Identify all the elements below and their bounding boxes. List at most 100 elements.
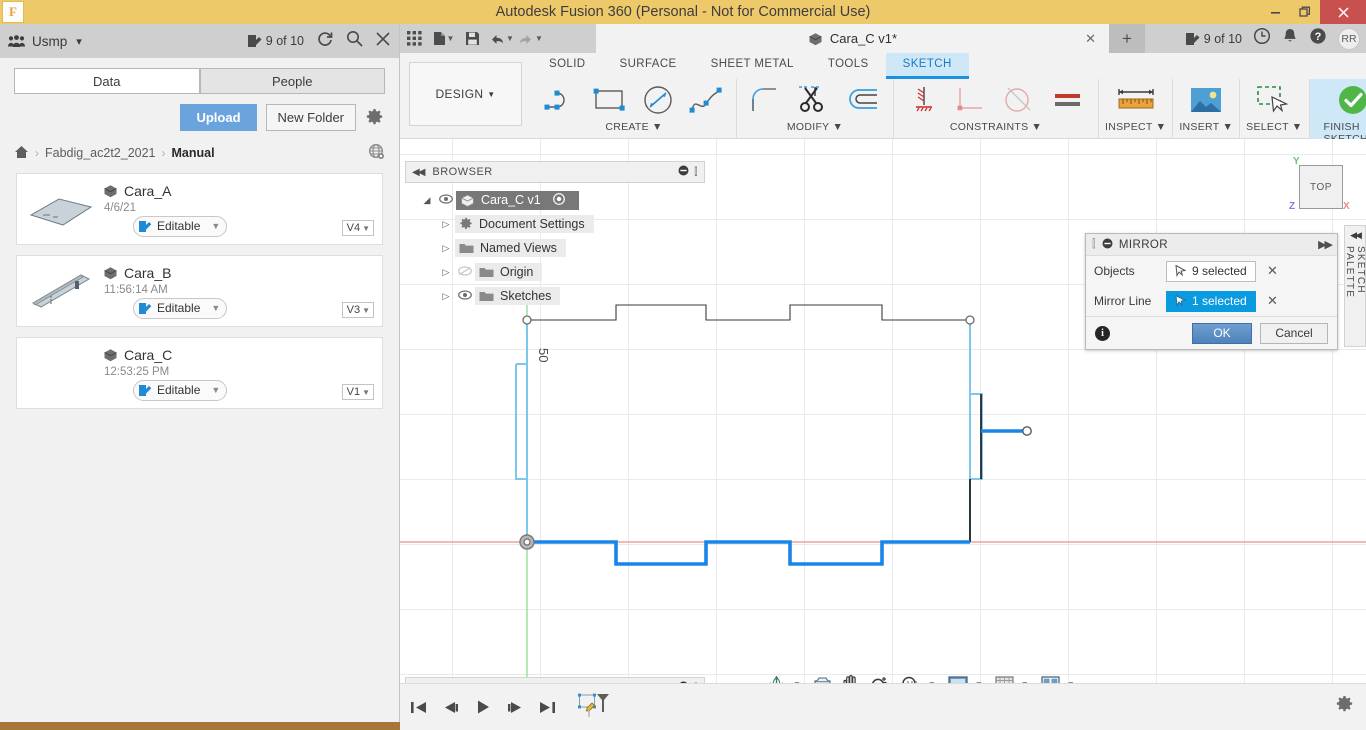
- version-badge[interactable]: V3 ▼: [341, 302, 374, 318]
- visibility-eye-off-icon[interactable]: [455, 265, 475, 279]
- tree-node-origin[interactable]: ▷ Origin: [405, 260, 705, 284]
- finish-check-icon[interactable]: [1329, 79, 1366, 121]
- refresh-icon[interactable]: [316, 30, 334, 53]
- sketch-feature-icon[interactable]: [578, 692, 612, 722]
- insert-image-icon[interactable]: [1182, 79, 1230, 121]
- offset-icon[interactable]: [839, 79, 887, 121]
- coincident-constraint-icon[interactable]: [948, 79, 996, 121]
- ribbon-group-label[interactable]: SELECT ▼: [1246, 121, 1302, 133]
- globe-icon[interactable]: [368, 143, 385, 163]
- step-back-icon[interactable]: [442, 700, 460, 715]
- help-icon[interactable]: ?: [1309, 27, 1327, 50]
- close-tab-icon[interactable]: ✕: [1085, 31, 1096, 47]
- expand-triangle-icon[interactable]: ▷: [437, 291, 455, 302]
- ribbon-group-label[interactable]: MODIFY ▼: [787, 121, 843, 133]
- maximize-button[interactable]: [1290, 0, 1320, 24]
- clear-mirror-line-icon[interactable]: ✕: [1267, 293, 1278, 309]
- tangent-constraint-icon[interactable]: [996, 79, 1044, 121]
- version-badge[interactable]: V4 ▼: [341, 220, 374, 236]
- line-icon[interactable]: [538, 79, 586, 121]
- view-cube[interactable]: TOP Y X Z: [1289, 156, 1351, 217]
- view-cube-face-top[interactable]: TOP: [1299, 165, 1343, 209]
- status-badge[interactable]: Editable ▼: [133, 379, 228, 401]
- version-badge[interactable]: V1 ▼: [341, 384, 374, 400]
- expand-triangle-icon[interactable]: ◢: [418, 195, 436, 206]
- status-badge[interactable]: Editable ▼: [133, 297, 228, 319]
- expand-triangle-icon[interactable]: ▷: [437, 267, 455, 278]
- tab-surface[interactable]: SURFACE: [603, 53, 694, 79]
- mirror-line-select-button[interactable]: 1 selected: [1166, 290, 1256, 312]
- avatar[interactable]: RR: [1338, 27, 1360, 50]
- forward-arrows-icon[interactable]: ▶▶: [1318, 238, 1333, 251]
- tab-tools[interactable]: TOOLS: [811, 53, 886, 79]
- ok-button[interactable]: OK: [1192, 322, 1252, 344]
- ribbon-group-label[interactable]: CONSTRAINTS ▼: [950, 121, 1042, 133]
- cancel-button[interactable]: Cancel: [1260, 322, 1328, 344]
- panel-grip-icon[interactable]: ⫿: [694, 167, 698, 178]
- minus-circle-icon[interactable]: [1102, 238, 1113, 252]
- equal-constraint-icon[interactable]: [1044, 79, 1092, 121]
- bell-icon[interactable]: [1282, 28, 1298, 50]
- ribbon-group-label[interactable]: INSPECT ▼: [1105, 121, 1166, 133]
- rectangle-icon[interactable]: [586, 79, 634, 121]
- step-forward-icon[interactable]: [506, 700, 524, 715]
- tab-solid[interactable]: SOLID: [532, 53, 603, 79]
- tab-sheet-metal[interactable]: SHEET METAL: [694, 53, 811, 79]
- fillet-icon[interactable]: [743, 79, 791, 121]
- select-cursor-icon[interactable]: [1250, 79, 1298, 121]
- tree-node-component[interactable]: ◢ Cara_C v1: [405, 188, 705, 212]
- undo-icon[interactable]: ▼: [487, 24, 516, 53]
- status-badge[interactable]: Editable ▼: [133, 215, 228, 237]
- play-icon[interactable]: [474, 699, 492, 715]
- tree-node-sketches[interactable]: ▷ Sketches: [405, 284, 705, 308]
- gear-icon[interactable]: [1335, 695, 1354, 719]
- trim-scissors-icon[interactable]: [791, 79, 839, 121]
- new-file-icon[interactable]: ▼: [429, 24, 458, 53]
- close-panel-icon[interactable]: [375, 31, 391, 52]
- tree-node-document-settings[interactable]: ▷ Document Settings: [405, 212, 705, 236]
- tree-node-named-views[interactable]: ▷ Named Views: [405, 236, 705, 260]
- expand-triangle-icon[interactable]: ▷: [437, 243, 455, 254]
- breadcrumb-item-project[interactable]: Fabdig_ac2t2_2021: [45, 146, 156, 160]
- job-status[interactable]: 9 of 10: [247, 34, 304, 48]
- new-folder-button[interactable]: New Folder: [265, 104, 356, 131]
- upload-button[interactable]: Upload: [180, 104, 257, 131]
- collapse-right-icon[interactable]: ◀◀: [1350, 230, 1362, 241]
- app-grid-icon[interactable]: [400, 24, 429, 53]
- collapse-left-icon[interactable]: ◀◀: [412, 167, 425, 178]
- list-item[interactable]: Cara_B 11:56:14 AM Editable ▼ V3 ▼: [16, 255, 383, 327]
- hub-selector[interactable]: Usmp ▾: [8, 34, 82, 49]
- tab-data[interactable]: Data: [14, 68, 200, 94]
- activate-component-icon[interactable]: [552, 192, 565, 208]
- breadcrumb-item-folder[interactable]: Manual: [172, 146, 215, 160]
- redo-icon[interactable]: ▼: [516, 24, 545, 53]
- new-tab-button[interactable]: +: [1109, 24, 1145, 53]
- visibility-eye-icon[interactable]: [455, 289, 475, 303]
- dialog-grip-icon[interactable]: ⫿: [1092, 238, 1096, 251]
- save-icon[interactable]: [458, 24, 487, 53]
- ribbon-group-label[interactable]: INSERT ▼: [1179, 121, 1233, 133]
- fix-constraint-icon[interactable]: [900, 79, 948, 121]
- sketch-palette-tab[interactable]: ◀◀ SKETCH PALETTE: [1344, 225, 1366, 347]
- list-item[interactable]: Cara_A 4/6/21 Editable ▼ V4 ▼: [16, 173, 383, 245]
- home-icon[interactable]: [14, 145, 29, 162]
- search-icon[interactable]: [346, 30, 363, 52]
- workspace-selector[interactable]: DESIGN ▼: [409, 62, 522, 126]
- measure-ruler-icon[interactable]: [1112, 79, 1160, 121]
- skip-start-icon[interactable]: [410, 700, 428, 715]
- tab-sketch[interactable]: SKETCH: [885, 53, 969, 79]
- tab-people[interactable]: People: [199, 68, 385, 94]
- spline-icon[interactable]: [682, 79, 730, 121]
- skip-end-icon[interactable]: [538, 700, 556, 715]
- sketch-canvas[interactable]: 50 ◀◀ BROWSER ⫿ ◢ Cara_C v1 ▷ Document S…: [400, 139, 1366, 699]
- list-item[interactable]: Cara_C 12:53:25 PM Editable ▼ V1 ▼: [16, 337, 383, 409]
- info-icon[interactable]: i: [1095, 325, 1110, 341]
- clear-objects-icon[interactable]: ✕: [1267, 263, 1278, 279]
- expand-triangle-icon[interactable]: ▷: [437, 219, 455, 230]
- document-tab[interactable]: Cara_C v1* ✕: [596, 24, 1109, 53]
- job-status[interactable]: 9 of 10: [1185, 32, 1242, 46]
- gear-icon[interactable]: [365, 108, 385, 128]
- minimize-button[interactable]: [1260, 0, 1290, 24]
- objects-select-button[interactable]: 9 selected: [1166, 260, 1256, 282]
- ribbon-group-label[interactable]: CREATE ▼: [605, 121, 662, 133]
